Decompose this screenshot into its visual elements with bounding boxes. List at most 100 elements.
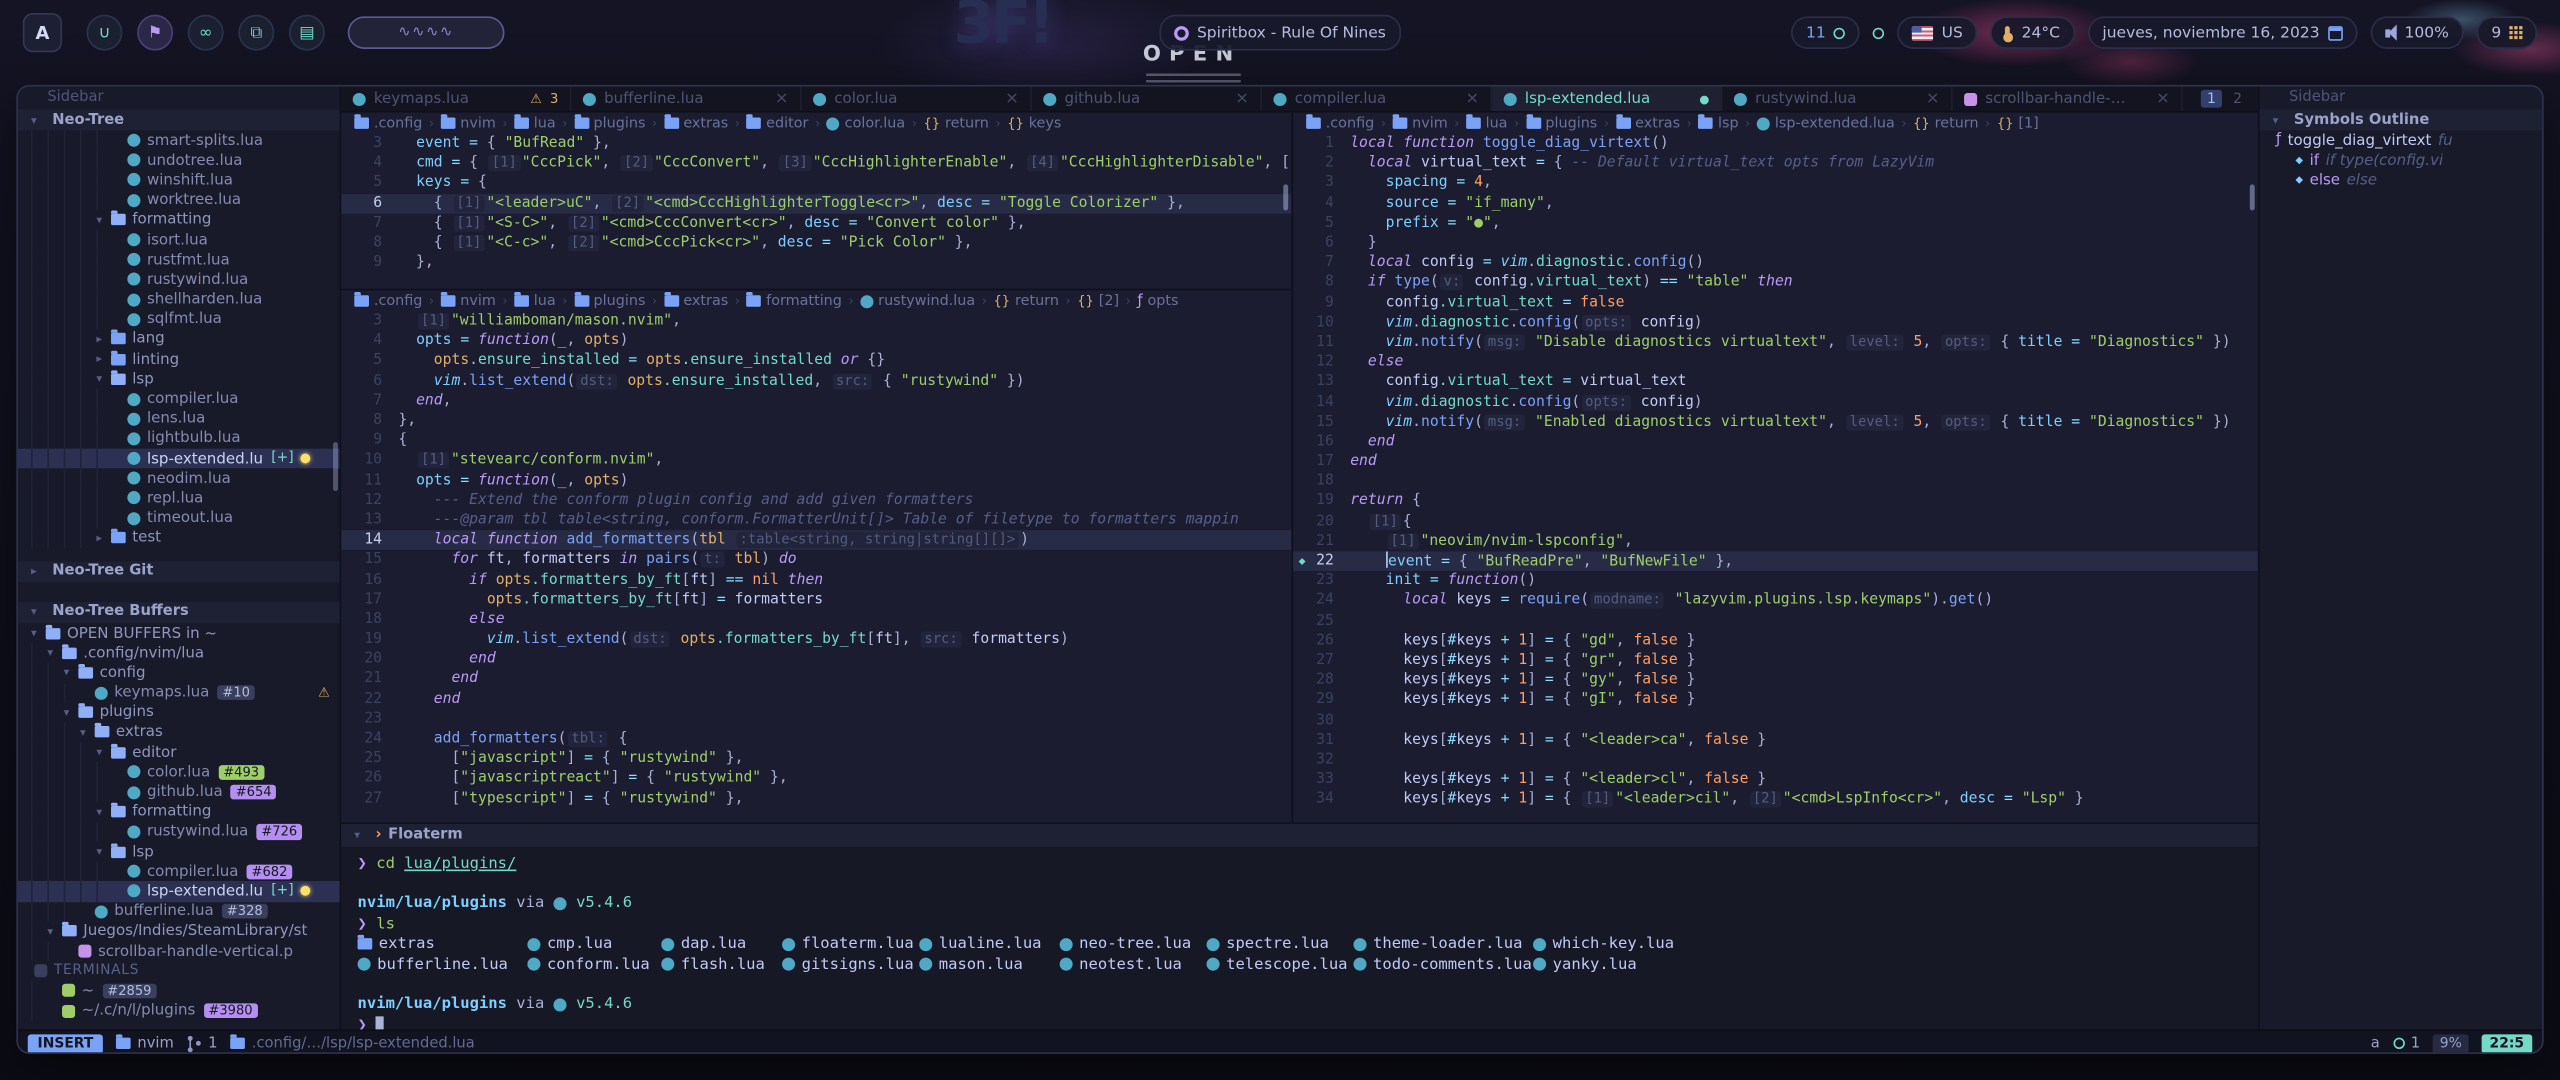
- code-line[interactable]: 6 }: [1293, 233, 2258, 253]
- tree-row[interactable]: ▾.config/nvim/lua: [18, 643, 340, 663]
- code-line[interactable]: 8 { [1]"<C-c>", [2]"<cmd>CccPick<cr>", d…: [341, 233, 1291, 253]
- code-line[interactable]: 29 keys[#keys + 1] = { "gI", false }: [1293, 690, 2258, 710]
- neotree-buffers-header[interactable]: ▾ Neo-Tree Buffers: [18, 602, 340, 623]
- code-line[interactable]: 24 local keys = require(modname: "lazyvi…: [1293, 591, 2258, 611]
- code-line[interactable]: 2 local virtual_text = { -- Default virt…: [1293, 154, 2258, 174]
- code-line[interactable]: 32: [1293, 750, 2258, 770]
- editor-pane-color[interactable]: .config›nvim›lua›plugins›extras›editor›c…: [341, 113, 1291, 289]
- tree-row[interactable]: sqlfmt.lua: [18, 309, 340, 329]
- code-line[interactable]: 9 config.virtual_text = false: [1293, 293, 2258, 313]
- outline-item[interactable]: ◆ifif type(config.vi: [2260, 150, 2544, 170]
- outline-item[interactable]: ◆elseelse: [2260, 170, 2544, 190]
- app-launcher-button[interactable]: A: [23, 13, 62, 52]
- close-icon[interactable]: ×: [1465, 90, 1479, 108]
- code-line[interactable]: 4 cmd = { [1]"CccPick", [2]"CccConvert",…: [341, 154, 1291, 174]
- code-line[interactable]: 3 spacing = 4,: [1293, 174, 2258, 194]
- tree-row[interactable]: ▾plugins: [18, 703, 340, 723]
- code-line[interactable]: 21 end: [341, 669, 1291, 689]
- code-line[interactable]: 30: [1293, 710, 2258, 730]
- tree-row[interactable]: neodim.lua: [18, 469, 340, 489]
- tree-row[interactable]: ▾lsp: [18, 369, 340, 389]
- magnet-icon[interactable]: ∪: [87, 15, 123, 51]
- code-line[interactable]: 6 { [1]"<leader>uC", [2]"<cmd>CccHighlig…: [341, 193, 1291, 213]
- code-line[interactable]: 5 opts.ensure_installed = opts.ensure_in…: [341, 351, 1291, 371]
- code-line[interactable]: 8},: [341, 411, 1291, 431]
- tree-row[interactable]: isort.lua: [18, 230, 340, 250]
- code-line[interactable]: 7 { [1]"<S-C>", [2]"<cmd>CccConvert<cr>"…: [341, 213, 1291, 233]
- sidebar-scrollbar[interactable]: [333, 442, 338, 491]
- code-line[interactable]: 7 local config = vim.diagnostic.config(): [1293, 253, 2258, 273]
- tree-row[interactable]: repl.lua: [18, 488, 340, 508]
- code-line[interactable]: 3 [1]"williamboman/mason.nvim",: [341, 312, 1291, 332]
- code-line[interactable]: 25: [1293, 611, 2258, 631]
- keyboard-layout-widget[interactable]: US: [1898, 16, 1978, 49]
- tree-row[interactable]: timeout.lua: [18, 508, 340, 528]
- code-line[interactable]: ◆22 event = { "BufReadPre", "BufNewFile"…: [1293, 551, 2258, 571]
- tab-page-2[interactable]: 2: [2227, 90, 2248, 108]
- tree-row[interactable]: winshift.lua: [18, 170, 340, 190]
- code-line[interactable]: 26 keys[#keys + 1] = { "gd", false }: [1293, 631, 2258, 651]
- tray-icon[interactable]: [1873, 27, 1884, 38]
- code-line[interactable]: 5 prefix = "●",: [1293, 213, 2258, 233]
- code-line[interactable]: 18: [1293, 472, 2258, 492]
- editor-pane-rustywind[interactable]: .config›nvim›lua›plugins›extras›formatti…: [341, 289, 1291, 822]
- code-line[interactable]: 18 else: [341, 610, 1291, 630]
- code-line[interactable]: 17end: [1293, 452, 2258, 472]
- code-line[interactable]: 4 source = "if_many",: [1293, 193, 2258, 213]
- code-line[interactable]: 21 [1]"neovim/nvim-lspconfig",: [1293, 531, 2258, 551]
- neotree-section-header[interactable]: ▾ Neo-Tree: [18, 109, 340, 130]
- flag-icon[interactable]: ⚑: [137, 15, 173, 51]
- code-line[interactable]: 28 keys[#keys + 1] = { "gy", false }: [1293, 671, 2258, 691]
- tree-row[interactable]: bufferline.lua#328: [18, 901, 340, 921]
- scrollbar-handle[interactable]: [2250, 184, 2255, 210]
- tree-row[interactable]: ▾editor: [18, 742, 340, 762]
- tree-row[interactable]: shellharden.lua: [18, 290, 340, 310]
- terminal[interactable]: ❯ cd lua/plugins/nvim/lua/plugins via v5…: [341, 847, 2258, 1042]
- code-line[interactable]: 26 ["javascriptreact"] = { "rustywind" }…: [341, 769, 1291, 789]
- code-line[interactable]: 24 add_formatters(tbl: {: [341, 729, 1291, 749]
- tree-row[interactable]: worktree.lua: [18, 190, 340, 210]
- close-icon[interactable]: ×: [775, 90, 789, 108]
- code-line[interactable]: 20 end: [341, 650, 1291, 670]
- code-line[interactable]: 34 keys[#keys + 1] = { [1]"<leader>cil",…: [1293, 790, 2258, 810]
- tree-row[interactable]: compiler.lua#682: [18, 862, 340, 882]
- code-line[interactable]: 13 config.virtual_text = virtual_text: [1293, 372, 2258, 392]
- workspace-title-field[interactable]: ∿∿∿∿: [348, 16, 505, 49]
- tree-row[interactable]: lsp-extended.lu[+]: [18, 882, 340, 902]
- tab-lsp-extended.lua[interactable]: lsp-extended.lua●: [1492, 86, 1722, 110]
- close-icon[interactable]: ×: [1926, 90, 1940, 108]
- tree-row[interactable]: ▾extras: [18, 723, 340, 743]
- tree-row[interactable]: github.lua#654: [18, 782, 340, 802]
- code-line[interactable]: 33 keys[#keys + 1] = { "<leader>cl", fal…: [1293, 770, 2258, 790]
- code-line[interactable]: 15 for ft, formatters in pairs(t: tbl) d…: [341, 550, 1291, 570]
- code-line[interactable]: 12 --- Extend the conform plugin config …: [341, 491, 1291, 511]
- code-line[interactable]: 20 [1]{: [1293, 512, 2258, 532]
- code-line[interactable]: 16 end: [1293, 432, 2258, 452]
- copy-icon[interactable]: ⧉: [238, 15, 274, 51]
- code-line[interactable]: 12 else: [1293, 352, 2258, 372]
- code-line[interactable]: 14 vim.diagnostic.config(opts: config): [1293, 392, 2258, 412]
- code-line[interactable]: 14 local function add_formatters(tbl :ta…: [341, 530, 1291, 550]
- tree-row[interactable]: rustfmt.lua: [18, 250, 340, 270]
- code-line[interactable]: 9{: [341, 431, 1291, 451]
- code-line[interactable]: 8 if type(v: config.virtual_text) == "ta…: [1293, 273, 2258, 293]
- tab-github.lua[interactable]: github.lua×: [1032, 86, 1262, 110]
- tab-keymaps.lua[interactable]: keymaps.lua⚠3: [341, 86, 571, 110]
- tree-row[interactable]: color.lua#493: [18, 762, 340, 782]
- code-line[interactable]: 7 end,: [341, 391, 1291, 411]
- close-icon[interactable]: ×: [1235, 90, 1249, 108]
- tree-row[interactable]: rustywind.lua: [18, 270, 340, 290]
- weather-widget[interactable]: 24°C: [1991, 16, 2075, 49]
- code-line[interactable]: 25 ["javascript"] = { "rustywind" },: [341, 749, 1291, 769]
- code-line[interactable]: 23: [341, 709, 1291, 729]
- tree-row[interactable]: lightbulb.lua: [18, 429, 340, 449]
- code-line[interactable]: 31 keys[#keys + 1] = { "<leader>ca", fal…: [1293, 730, 2258, 750]
- tree-row[interactable]: ▾formatting: [18, 210, 340, 230]
- tab-color.lua[interactable]: color.lua×: [802, 86, 1032, 110]
- code-line[interactable]: 15 vim.notify(msg: "Enabled diagnostics …: [1293, 412, 2258, 432]
- tab-scrollbar-handle-…[interactable]: scrollbar-handle-…×: [1953, 86, 2183, 110]
- code-line[interactable]: 1local function toggle_diag_virtext(): [1293, 134, 2258, 154]
- outline-item[interactable]: ƒtoggle_diag_virtextfu: [2260, 131, 2544, 151]
- code-line[interactable]: 13 ---@param tbl table<string, conform.F…: [341, 510, 1291, 530]
- tree-row[interactable]: undotree.lua: [18, 150, 340, 170]
